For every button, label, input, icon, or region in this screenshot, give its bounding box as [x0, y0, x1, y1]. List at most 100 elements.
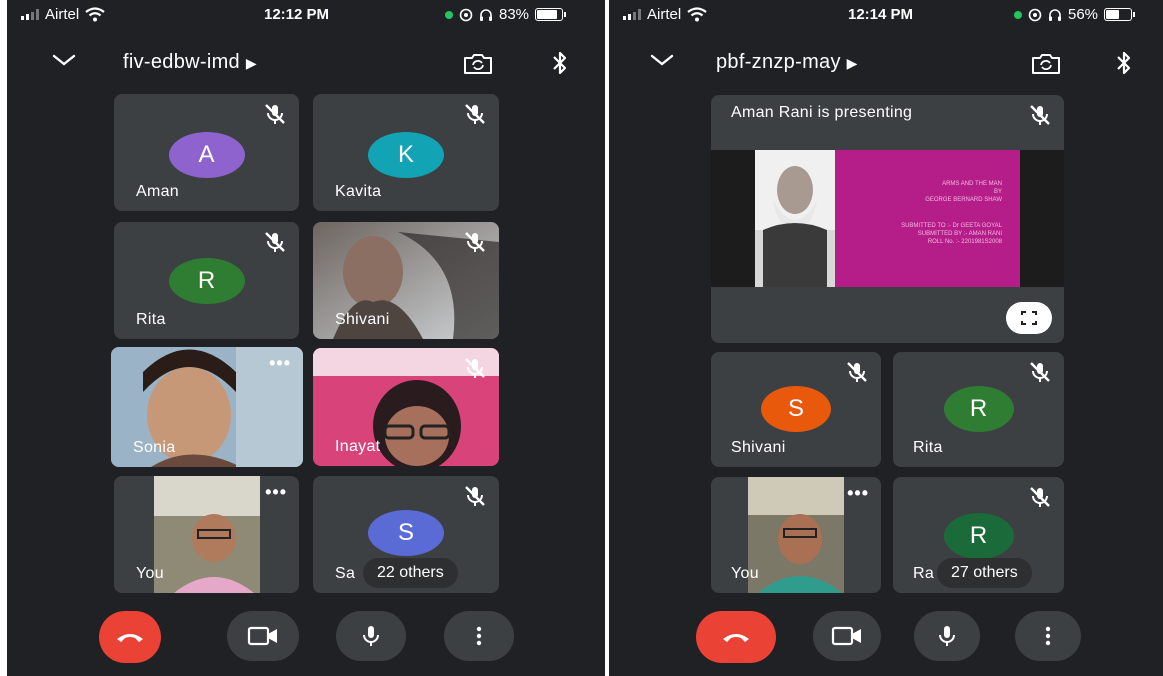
portrait-image	[755, 150, 835, 287]
self-view-tile[interactable]: ••• You	[711, 477, 881, 593]
video-icon	[831, 626, 861, 646]
self-view-tile[interactable]: ••• You	[114, 476, 299, 593]
status-bar: Airtel 12:12 PM 83%	[7, 0, 605, 30]
chevron-down-icon[interactable]	[649, 52, 675, 68]
participant-name: Inayat	[335, 438, 381, 455]
video-feed	[154, 476, 260, 593]
meeting-code-text: fiv-edbw-imd	[123, 51, 240, 73]
wifi-icon	[687, 7, 707, 22]
avatar: K	[368, 132, 444, 178]
mic-icon	[939, 626, 955, 646]
participant-tile[interactable]: Inayat	[313, 348, 499, 466]
participant-tile[interactable]: A Aman	[114, 94, 299, 211]
switch-camera-icon[interactable]	[1030, 52, 1062, 76]
end-call-icon	[723, 634, 749, 642]
participant-tile[interactable]: R Rita	[114, 222, 299, 339]
more-vert-icon	[1045, 626, 1051, 646]
meeting-code[interactable]: fiv-edbw-imd ▶	[123, 51, 257, 74]
slide-submitted-to: SUBMITTED TO :- Dr GEETA GOYAL	[901, 223, 1002, 229]
end-call-icon	[117, 634, 143, 642]
avatar: A	[168, 132, 245, 178]
battery-percent: 56%	[1068, 6, 1099, 23]
mic-off-icon	[465, 232, 485, 252]
participant-tile[interactable]: R Rita	[893, 352, 1064, 467]
meet-screen-right: Airtel 12:14 PM 56% pbf-znzp-may ▶ Aman …	[609, 0, 1163, 676]
status-right: 56%	[1014, 6, 1136, 23]
shared-screen: ARMS AND THE MAN BY GEORGE BERNARD SHAW …	[711, 150, 1064, 287]
mic-off-icon	[847, 362, 867, 382]
video-toggle-button[interactable]	[813, 611, 881, 661]
meet-screen-left: Airtel 12:12 PM 83% fiv-edbw-imd ▶ A Ama…	[7, 0, 605, 676]
more-options-icon[interactable]: •••	[265, 482, 287, 503]
avatar: R	[943, 386, 1014, 432]
more-options-icon[interactable]: •••	[269, 353, 291, 374]
caret-right-icon: ▶	[846, 55, 858, 71]
battery-icon	[535, 8, 567, 21]
presentation-tile[interactable]: Aman Rani is presenting ARMS AND THE MAN…	[711, 95, 1064, 343]
participant-tile[interactable]: R Ra 27 others	[893, 477, 1064, 593]
participant-tile[interactable]: S Shivani	[711, 352, 881, 467]
mic-off-icon	[1030, 487, 1050, 507]
more-options-button[interactable]	[444, 611, 514, 661]
signal-icon	[623, 9, 641, 20]
slide-submitted-by: SUBMITTED BY :- AMAN RANI	[917, 231, 1002, 237]
headphones-icon	[480, 8, 492, 21]
avatar: R	[168, 258, 245, 304]
mic-toggle-button[interactable]	[914, 611, 980, 661]
slide-panel: ARMS AND THE MAN BY GEORGE BERNARD SHAW …	[835, 150, 1020, 287]
status-time: 12:12 PM	[264, 6, 330, 23]
participant-tile[interactable]: S Sa 22 others	[313, 476, 499, 593]
avatar: R	[943, 513, 1014, 559]
carrier: Airtel	[21, 6, 105, 23]
meeting-header: pbf-znzp-may ▶	[609, 44, 1163, 84]
caret-right-icon: ▶	[245, 55, 257, 71]
more-vert-icon	[476, 626, 482, 646]
participant-name: You	[136, 565, 164, 582]
battery-icon	[1104, 8, 1136, 21]
participant-name: Sonia	[133, 439, 176, 456]
fullscreen-button[interactable]	[1006, 302, 1052, 334]
in-call-indicator-icon	[445, 10, 453, 19]
participant-tile[interactable]: K Kavita	[313, 94, 499, 211]
others-count-pill[interactable]: 27 others	[937, 558, 1032, 588]
mic-toggle-button[interactable]	[336, 611, 406, 661]
battery-percent: 83%	[499, 6, 530, 23]
slide-roll: ROLL No. :- 2201981S2008	[927, 239, 1002, 245]
video-toggle-button[interactable]	[227, 611, 299, 661]
meeting-code[interactable]: pbf-znzp-may ▶	[716, 51, 858, 74]
avatar: S	[761, 386, 831, 432]
meeting-header: fiv-edbw-imd ▶	[7, 44, 605, 84]
more-options-button[interactable]	[1015, 611, 1081, 661]
others-count: 22 others	[377, 564, 444, 581]
carrier-name: Airtel	[647, 6, 682, 23]
others-count: 27 others	[951, 564, 1018, 581]
bluetooth-icon[interactable]	[1115, 50, 1133, 76]
mic-icon	[363, 626, 379, 646]
participant-name: Sa	[335, 565, 356, 582]
signal-icon	[21, 9, 39, 20]
more-options-icon[interactable]: •••	[847, 483, 869, 504]
participant-name: Rita	[913, 439, 943, 456]
fullscreen-icon	[1021, 311, 1037, 325]
chevron-down-icon[interactable]	[51, 52, 77, 68]
in-call-indicator-icon	[1014, 10, 1022, 19]
others-count-pill[interactable]: 22 others	[363, 558, 458, 588]
video-feed	[748, 477, 844, 593]
participant-tile[interactable]: Shivani	[313, 222, 499, 339]
bluetooth-icon[interactable]	[551, 50, 569, 76]
mic-off-icon	[1030, 105, 1050, 125]
end-call-button[interactable]	[696, 611, 776, 663]
mic-off-icon	[265, 104, 285, 124]
status-bar: Airtel 12:14 PM 56%	[609, 0, 1163, 30]
participant-tile-selected[interactable]: ••• Sonia	[111, 347, 303, 467]
orientation-lock-icon	[1028, 8, 1042, 21]
end-call-button[interactable]	[99, 611, 161, 663]
video-icon	[247, 626, 277, 646]
slide-author: GEORGE BERNARD SHAW	[925, 197, 1002, 203]
participant-name: Shivani	[731, 439, 786, 456]
switch-camera-icon[interactable]	[462, 52, 494, 76]
orientation-lock-icon	[459, 8, 473, 21]
participant-name: You	[731, 565, 759, 582]
participant-name: Kavita	[335, 183, 382, 200]
slide-title: ARMS AND THE MAN	[942, 181, 1002, 187]
